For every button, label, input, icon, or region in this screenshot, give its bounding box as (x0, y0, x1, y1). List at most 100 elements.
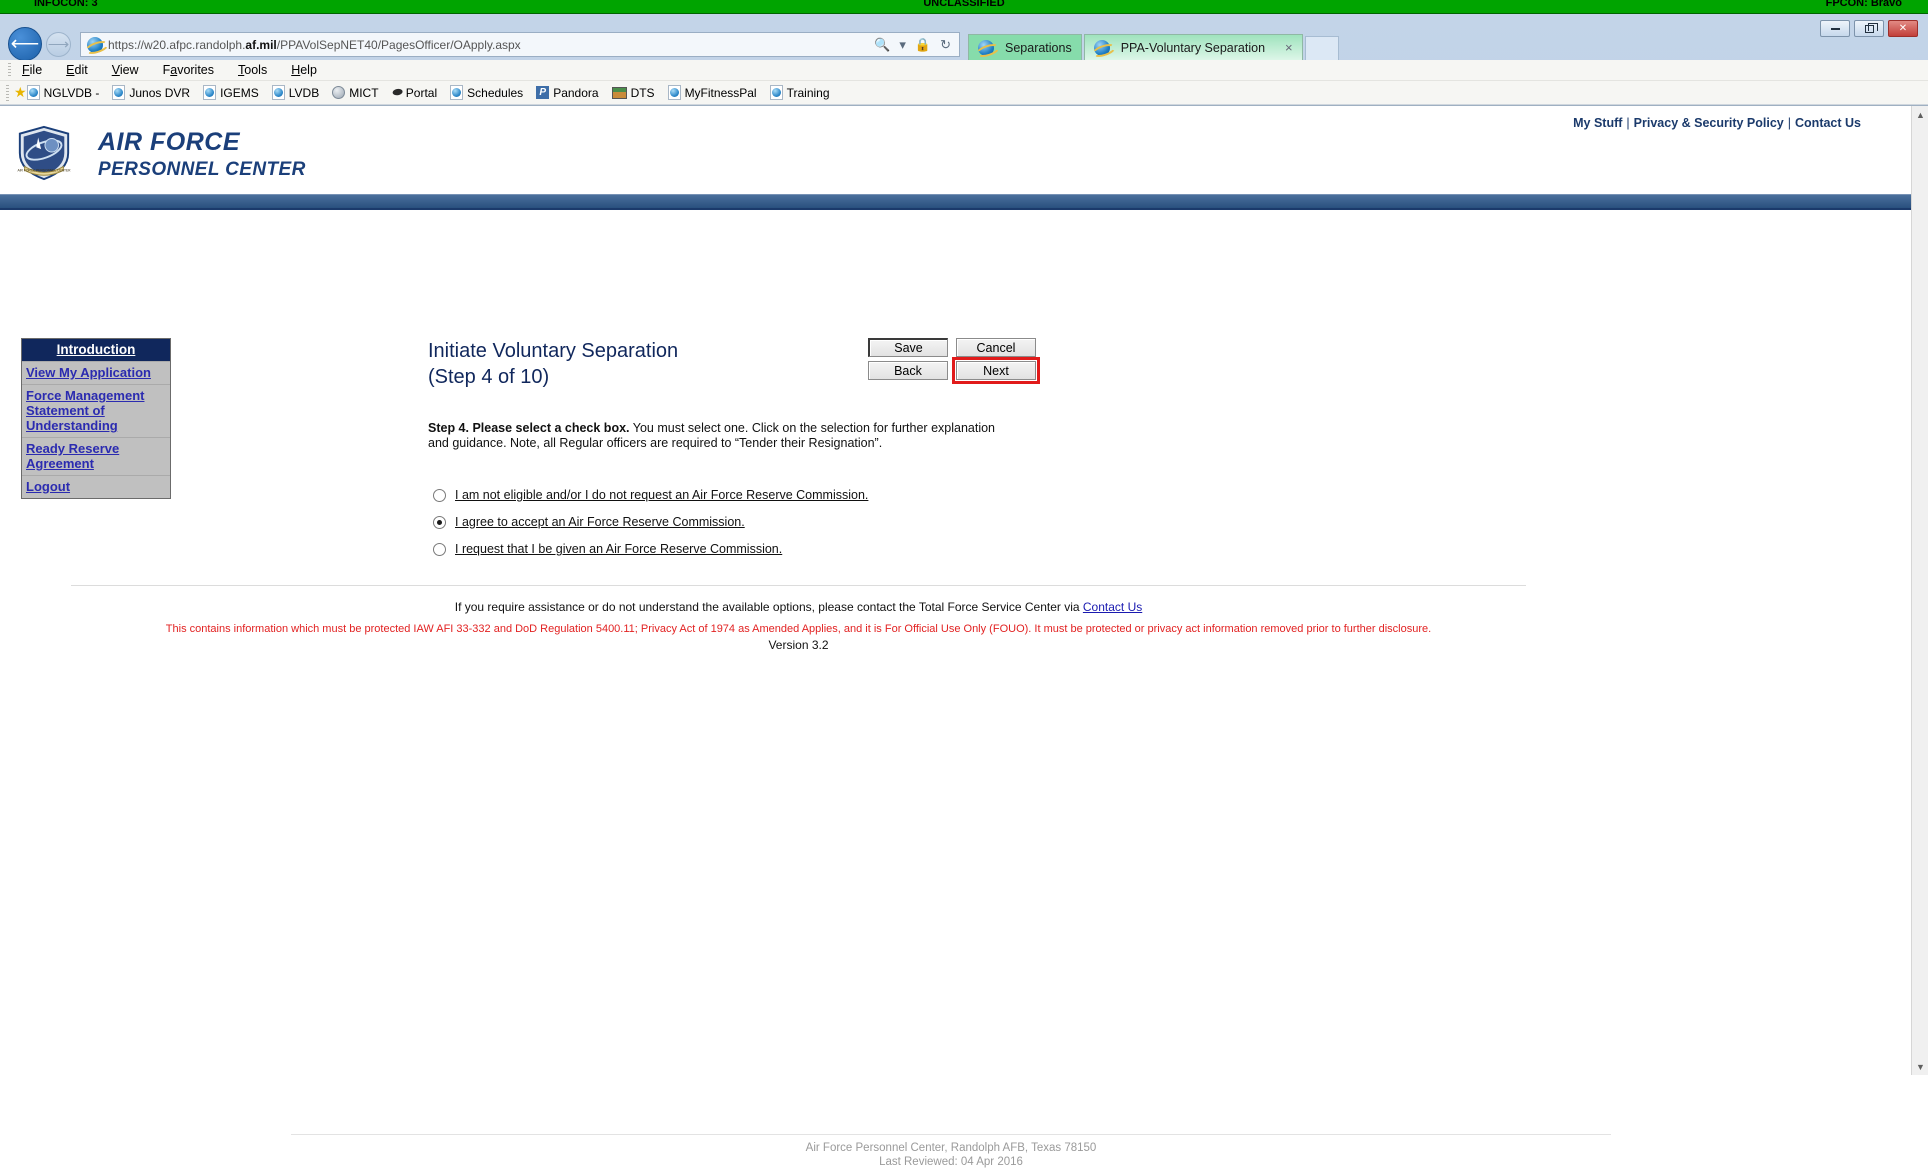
link-my-stuff[interactable]: My Stuff (1573, 116, 1622, 130)
main-content: Initiate Voluntary Separation (Step 4 of… (71, 338, 1788, 652)
air-force-seal-icon: AIR FORCE PERSONNEL CENTER (17, 125, 71, 181)
action-button-row-2: Back Next (868, 357, 1040, 384)
page-viewport: ▲ ▼ My Stuff | Privacy & Security Policy | C… (0, 105, 1928, 1168)
lock-icon: 🔒 (914, 37, 932, 52)
favorites-grip (6, 85, 9, 101)
tab-favicon-icon (1093, 39, 1110, 56)
tab-close-icon[interactable]: × (1285, 40, 1293, 55)
svg-text:AIR FORCE PERSONNEL CENTER: AIR FORCE PERSONNEL CENTER (17, 168, 71, 172)
new-tab-button[interactable] (1304, 36, 1339, 60)
save-button[interactable]: Save (868, 338, 948, 357)
header-links: My Stuff | Privacy & Security Policy | Conta… (1573, 116, 1861, 130)
menu-item-view[interactable]: View (112, 63, 139, 77)
link-contact-us[interactable]: Contact Us (1795, 116, 1861, 130)
tab-label: Separations (1005, 40, 1072, 55)
version-label: Version 3.2 (768, 638, 829, 652)
page-icon (112, 85, 126, 100)
favorite-junos-dvr[interactable]: Junos DVR (112, 85, 190, 100)
favorite-schedules[interactable]: Schedules (450, 85, 523, 100)
favorite-igems[interactable]: IGEMS (203, 85, 259, 100)
brand-line-2: PERSONNEL CENTER (98, 159, 306, 180)
scroll-down-arrow[interactable]: ▼ (1912, 1058, 1928, 1075)
option-row-agree-accept[interactable]: I agree to accept an Air Force Reserve C… (433, 515, 868, 529)
page-icon (271, 85, 285, 100)
favorite-nglvdb[interactable]: NGLVDB - (26, 85, 99, 100)
search-icon[interactable]: 🔍 (874, 37, 890, 53)
action-button-panel: Save Cancel Back Next (868, 338, 1040, 384)
favorite-lvdb[interactable]: LVDB (271, 85, 319, 100)
link-privacy-security-policy[interactable]: Privacy & Security Policy (1634, 116, 1784, 130)
option-label-not-eligible[interactable]: I am not eligible and/or I do not reques… (455, 488, 868, 502)
address-row: ⟵ ⟶ https://w20.afpc.randolph.af.mil/PPA… (0, 27, 1928, 81)
favorite-portal[interactable]: ⬬ Portal (392, 85, 438, 100)
page-icon (450, 85, 464, 100)
internet-explorer-icon (87, 36, 103, 53)
address-bar-tools: 🔍 ▾ 🔒 ↻ (874, 37, 951, 53)
address-bar[interactable]: https://w20.afpc.randolph.af.mil/PPAVolS… (80, 32, 960, 57)
favorite-mict[interactable]: MICT (332, 86, 379, 100)
page-title: Initiate Voluntary Separation (Step 4 of… (428, 338, 1788, 390)
next-button[interactable]: Next (956, 361, 1036, 380)
sidebar-item-ready-reserve-agreement[interactable]: Ready Reserve Agreement (22, 437, 170, 475)
circle-icon (332, 86, 346, 99)
radio-agree-accept[interactable] (433, 515, 446, 529)
classification-label: UNCLASSIFIED (923, 0, 1005, 9)
sidebar-navigation: Introduction View My Application Force M… (21, 338, 171, 499)
option-row-request-given[interactable]: I request that I be given an Air Force R… (433, 542, 868, 556)
sidebar-item-force-management-statement-of-understanding[interactable]: Force Management Statement of Understand… (22, 384, 170, 437)
option-label-request-given[interactable]: I request that I be given an Air Force R… (455, 542, 782, 556)
action-button-row-1: Save Cancel (868, 338, 1036, 357)
radio-not-eligible[interactable] (433, 488, 446, 502)
option-row-not-eligible[interactable]: I am not eligible and/or I do not reques… (433, 488, 868, 502)
menu-item-edit[interactable]: Edit (66, 63, 88, 77)
page-icon (26, 85, 40, 100)
radio-request-given[interactable] (433, 542, 446, 556)
page-title-line-1: Initiate Voluntary Separation (428, 340, 679, 362)
classification-banner: INFOCON: 3 UNCLASSIFIED FPCON: Bravo (0, 0, 1928, 14)
forward-button[interactable]: ⟶ (46, 32, 71, 57)
favorite-training[interactable]: Training (769, 85, 830, 100)
favorite-dts[interactable]: DTS (611, 86, 655, 100)
back-button[interactable]: ⟵ (8, 27, 42, 61)
back-button[interactable]: Back (868, 361, 948, 380)
menu-item-tools[interactable]: Tools (238, 63, 267, 77)
contact-us-link[interactable]: Contact Us (1083, 600, 1142, 614)
site-header: My Stuff | Privacy & Security Policy | Conta… (0, 106, 1911, 194)
favorite-myfitnesspal[interactable]: MyFitnessPal (667, 85, 757, 100)
favorite-pandora[interactable]: P Pandora (536, 86, 599, 100)
refresh-icon[interactable]: ↻ (940, 37, 951, 53)
favorites-bar: ★ NGLVDB - Junos DVR IGEMS LVDB MICT ⬬ Po… (0, 81, 1928, 105)
chevron-down-icon[interactable]: ▾ (899, 37, 906, 53)
browser-window: ✕ ⟵ ⟶ https://w20.afpc.randolph.af.mil/P… (0, 14, 1928, 1168)
brand-wordmark: AIR FORCE PERSONNEL CENTER (98, 128, 306, 181)
pandora-icon: P (536, 86, 550, 99)
add-favorite-icon[interactable]: ★ (14, 84, 27, 101)
cancel-button[interactable]: Cancel (956, 338, 1036, 357)
sidebar-item-view-my-application[interactable]: View My Application (22, 361, 170, 384)
page-title-line-2: (Step 4 of 10) (428, 366, 550, 388)
tab-favicon-icon (978, 39, 994, 56)
page-scrollbar[interactable]: ▲ ▼ (1911, 106, 1928, 1075)
menu-item-help[interactable]: Help (291, 63, 317, 77)
sidebar-item-logout[interactable]: Logout (22, 475, 170, 498)
fpcon-label: FPCON: Bravo (1825, 0, 1902, 9)
page-icon (769, 85, 783, 100)
menu-item-file[interactable]: File (22, 63, 42, 77)
menu-grip (8, 63, 11, 78)
tab-strip: Separations PPA-Voluntary Separation × (968, 30, 1339, 60)
assistance-text-body: If you require assistance or do not unde… (454, 600, 1083, 614)
tab-ppa-voluntary-separation[interactable]: PPA-Voluntary Separation × (1083, 34, 1303, 60)
sidebar-title: Introduction (22, 339, 170, 361)
page-icon (203, 85, 217, 100)
air-force-wing-icon: ⬬ (391, 85, 402, 99)
option-label-agree-accept[interactable]: I agree to accept an Air Force Reserve C… (455, 515, 745, 529)
link-separator: | (1626, 116, 1630, 130)
page-icon (667, 85, 681, 100)
menu-item-favorites[interactable]: Favorites (163, 63, 214, 77)
tab-label: PPA-Voluntary Separation (1120, 40, 1266, 55)
site-nav-bar (0, 194, 1911, 210)
tab-separations[interactable]: Separations (968, 34, 1082, 60)
step-instructions: Step 4. Please select a check box. You m… (428, 421, 1013, 451)
dts-icon (611, 86, 627, 99)
scroll-up-arrow[interactable]: ▲ (1912, 106, 1928, 123)
